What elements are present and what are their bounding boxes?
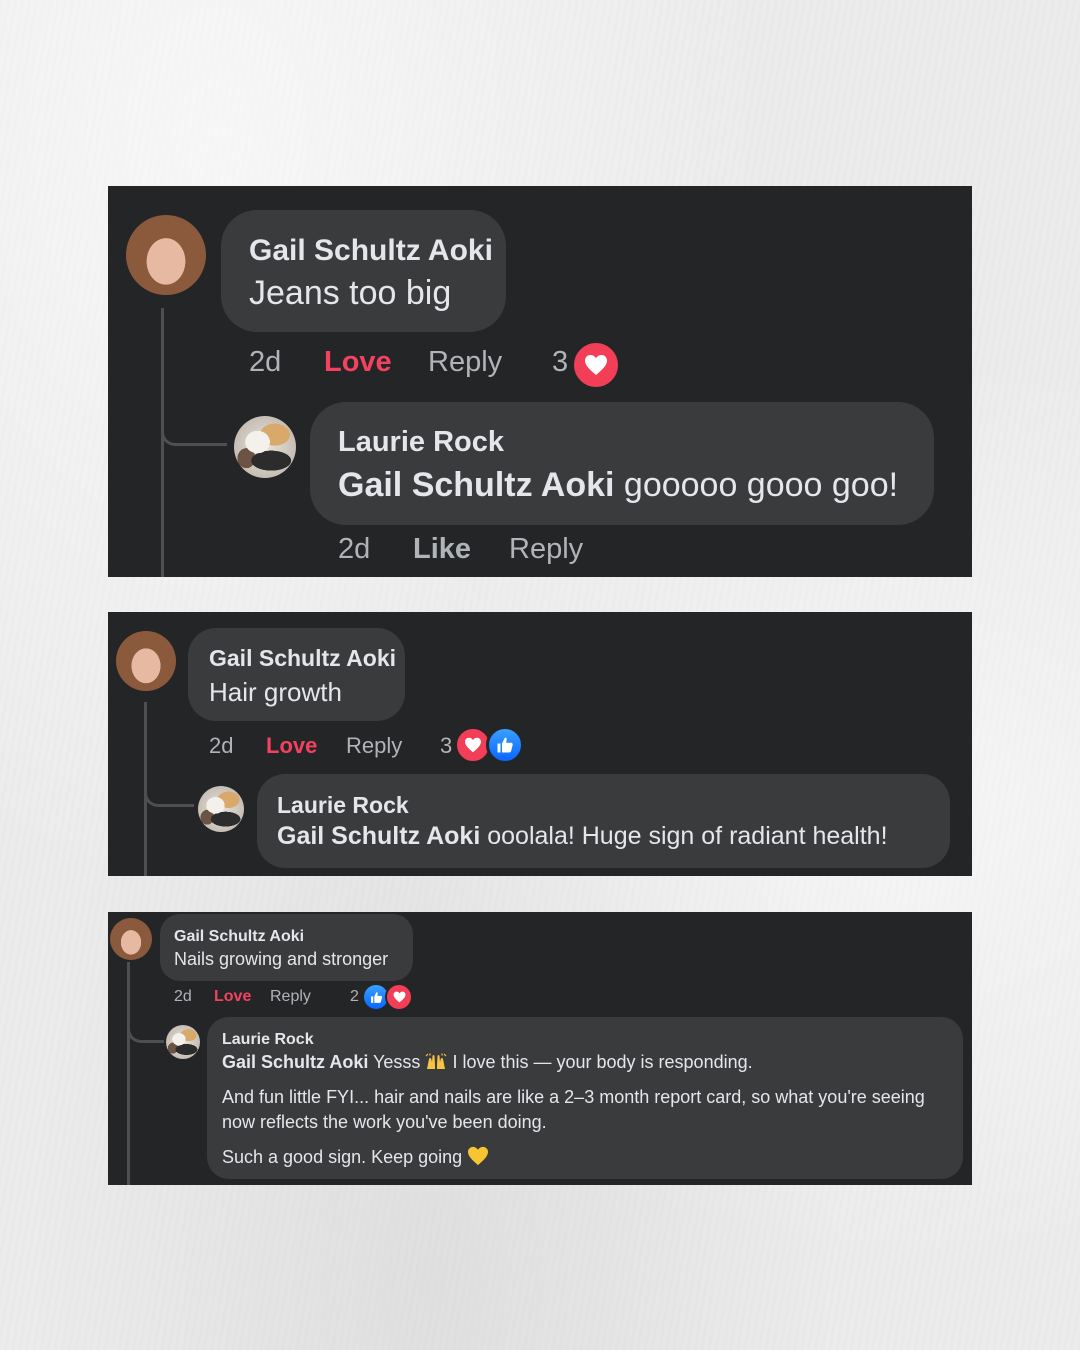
reply-line-1: Gail Schultz Aoki Yesss I love this — yo… (222, 1052, 753, 1076)
comment-bubble: Gail Schultz Aoki Hair growth (188, 628, 405, 721)
avatar[interactable] (234, 416, 296, 478)
comment-time[interactable]: 2d (174, 988, 192, 1006)
mention-link[interactable]: Gail Schultz Aoki (338, 466, 614, 504)
reply-bubble: Laurie Rock Gail Schultz Aoki gooooo goo… (310, 402, 934, 525)
thread-line (161, 308, 164, 577)
love-icon[interactable] (571, 340, 621, 390)
comment-author[interactable]: Gail Schultz Aoki (174, 928, 304, 946)
reply-para-2-line-1: And fun little FYI... hair and nails are… (222, 1087, 925, 1107)
comment-time[interactable]: 2d (209, 733, 233, 759)
reply-text-body: gooooo gooo goo! (623, 466, 899, 504)
comment-card-2: Gail Schultz Aoki Hair growth 2d Love Re… (108, 612, 972, 876)
reaction-count[interactable]: 2 (350, 988, 359, 1006)
avatar[interactable] (110, 918, 152, 960)
reply-bubble: Laurie Rock Gail Schultz Aoki Yesss I lo… (207, 1017, 963, 1179)
like-icon[interactable] (486, 726, 524, 764)
reply-author[interactable]: Laurie Rock (277, 792, 409, 819)
comment-bubble: Gail Schultz Aoki Jeans too big (221, 210, 506, 332)
comment-time[interactable]: 2d (249, 346, 281, 379)
reply-bubble: Laurie Rock Gail Schultz Aoki ooolala! H… (257, 774, 950, 868)
avatar[interactable] (198, 786, 244, 832)
comment-text: Hair growth (209, 677, 342, 707)
comment-author[interactable]: Gail Schultz Aoki (209, 645, 396, 672)
reply-text: Gail Schultz Aoki gooooo gooo goo! (338, 466, 898, 505)
reply-text-body: ooolala! Huge sign of radiant health! (487, 822, 888, 850)
mention-link[interactable]: Gail Schultz Aoki (222, 1052, 368, 1072)
raising-hands-icon (425, 1053, 447, 1076)
love-icon[interactable] (385, 983, 413, 1011)
avatar[interactable] (126, 215, 206, 295)
thread-branch (144, 762, 194, 807)
love-action[interactable]: Love (214, 988, 251, 1006)
reply-action[interactable]: Reply (509, 533, 583, 566)
reply-action[interactable]: Reply (346, 733, 402, 759)
comment-text: Jeans too big (249, 274, 452, 312)
reply-text-yesss: Yesss (373, 1052, 421, 1072)
comment-text: Nails growing and stronger (174, 949, 389, 969)
reply-author[interactable]: Laurie Rock (338, 426, 504, 459)
mention-link[interactable]: Gail Schultz Aoki (277, 822, 480, 850)
love-action[interactable]: Love (266, 733, 317, 759)
yellow-heart-icon (467, 1146, 489, 1171)
reaction-count[interactable]: 3 (552, 346, 568, 379)
comment-card-3: Gail Schultz Aoki Nails growing and stro… (108, 912, 972, 1185)
comment-author[interactable]: Gail Schultz Aoki (249, 234, 493, 268)
reaction-count[interactable]: 3 (440, 733, 452, 759)
thread-line (127, 962, 130, 1185)
reply-text-love-this: I love this — your body is responding. (452, 1052, 753, 1072)
thread-branch (161, 386, 227, 446)
reply-author[interactable]: Laurie Rock (222, 1031, 314, 1049)
comment-card-1: Gail Schultz Aoki Jeans too big 2d Love … (108, 186, 972, 577)
comment-bubble: Gail Schultz Aoki Nails growing and stro… (160, 914, 413, 981)
love-action[interactable]: Love (324, 346, 392, 379)
avatar[interactable] (166, 1025, 200, 1059)
reply-time[interactable]: 2d (338, 533, 370, 566)
thread-branch (127, 1012, 164, 1043)
reply-para-2-line-2: now reflects the work you've been doing. (222, 1112, 547, 1132)
like-action[interactable]: Like (413, 533, 471, 566)
reply-action[interactable]: Reply (428, 346, 502, 379)
avatar[interactable] (116, 631, 176, 691)
reply-text-good-sign: Such a good sign. Keep going (222, 1147, 463, 1167)
reply-action[interactable]: Reply (270, 988, 311, 1006)
reply-para-3: Such a good sign. Keep going (222, 1146, 489, 1171)
reply-text: Gail Schultz Aoki ooolala! Huge sign of … (277, 822, 888, 851)
